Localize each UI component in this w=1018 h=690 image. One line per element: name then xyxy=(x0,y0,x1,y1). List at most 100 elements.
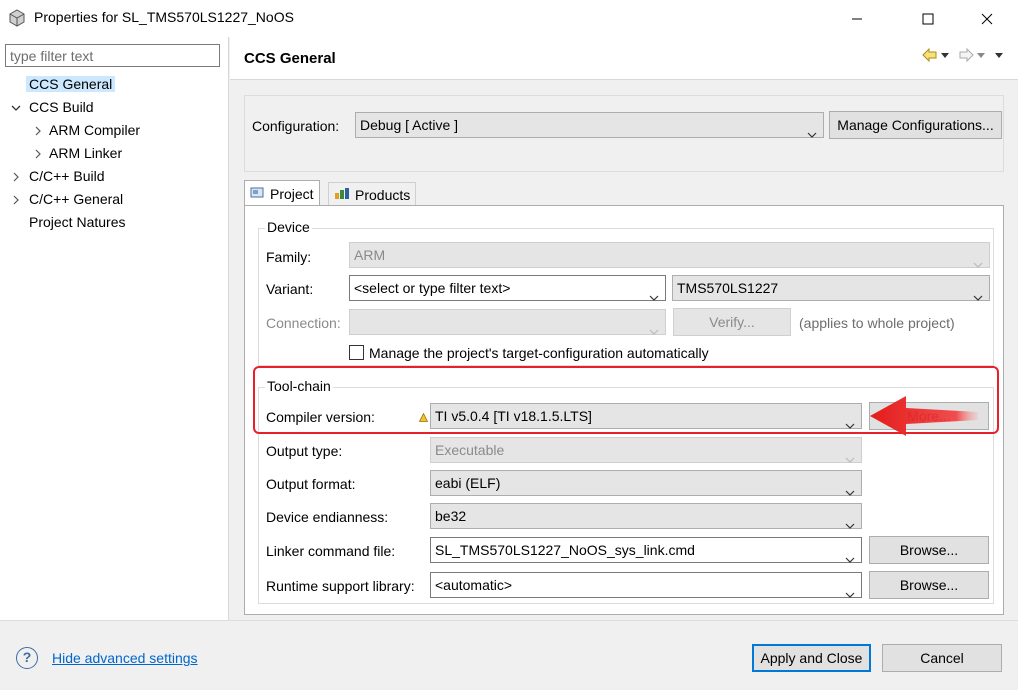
chevron-right-icon[interactable] xyxy=(10,189,22,210)
manage-target-config-checkbox[interactable] xyxy=(349,345,364,360)
variant-select[interactable]: TMS570LS1227 xyxy=(672,275,990,301)
tab-label: Products xyxy=(355,186,411,203)
output-type-label: Output type: xyxy=(266,443,343,459)
connection-label: Connection: xyxy=(266,315,341,331)
chevron-down-icon xyxy=(845,513,855,537)
applies-note: (applies to whole project) xyxy=(799,315,955,331)
tree-item-cpp-general[interactable]: C/C++ General xyxy=(29,189,123,210)
variant-filter-select[interactable]: <select or type filter text> xyxy=(349,275,666,301)
verify-button[interactable]: Verify... xyxy=(673,308,791,336)
chevron-down-icon xyxy=(845,447,855,471)
chevron-down-icon xyxy=(973,252,983,276)
history-navigation xyxy=(922,46,1004,64)
tab-label: Project xyxy=(270,185,314,202)
variant-label: Variant: xyxy=(266,281,314,297)
variant-value: TMS570LS1227 xyxy=(677,280,779,296)
endianness-select[interactable]: be32 xyxy=(430,503,862,529)
project-icon xyxy=(250,183,265,205)
endianness-value: be32 xyxy=(435,508,467,524)
chevron-right-icon[interactable] xyxy=(32,143,44,164)
chevron-down-icon xyxy=(845,582,855,606)
tree-item-cpp-build[interactable]: C/C++ Build xyxy=(29,166,104,187)
output-format-value: eabi (ELF) xyxy=(435,475,501,491)
linker-browse-button[interactable]: Browse... xyxy=(869,536,989,564)
manage-configurations-button[interactable]: Manage Configurations... xyxy=(829,111,1002,139)
runtime-library-select[interactable]: <automatic> xyxy=(430,572,862,598)
output-format-select[interactable]: eabi (ELF) xyxy=(430,470,862,496)
tree-item-label: C/C++ General xyxy=(29,191,124,207)
configuration-group: Configuration: Debug [ Active ] Manage C… xyxy=(244,95,1004,172)
manage-target-config-label: Manage the project's target-configuratio… xyxy=(369,345,709,361)
tree-item-label: C/C++ Build xyxy=(29,168,105,184)
runtime-library-value: <automatic> xyxy=(435,577,513,593)
compiler-version-select[interactable]: TI v5.0.4 [TI v18.1.5.LTS] xyxy=(430,403,862,429)
products-icon xyxy=(334,184,350,206)
chevron-down-icon[interactable] xyxy=(10,97,22,118)
annotation-arrow-icon xyxy=(870,396,978,436)
chevron-down-icon xyxy=(649,319,659,343)
tree-item-label: CCS Build xyxy=(29,99,94,115)
chevron-down-icon xyxy=(845,547,855,571)
tab-project[interactable]: Project xyxy=(244,180,320,206)
filter-input[interactable] xyxy=(5,44,220,67)
tree-item-ccs-general[interactable]: CCS General xyxy=(26,74,116,95)
linker-command-file-label: Linker command file: xyxy=(266,543,396,559)
chevron-right-icon[interactable] xyxy=(10,166,22,187)
linker-command-file-value: SL_TMS570LS1227_NoOS_sys_link.cmd xyxy=(435,542,695,558)
cancel-button[interactable]: Cancel xyxy=(882,644,1002,672)
family-select[interactable]: ARM xyxy=(349,242,990,268)
family-label: Family: xyxy=(266,249,312,265)
chevron-down-icon xyxy=(845,413,855,437)
tree-item-label: CCS General xyxy=(26,76,116,92)
back-dropdown-icon[interactable] xyxy=(940,46,950,64)
forward-arrow-icon[interactable] xyxy=(958,46,974,64)
back-arrow-icon[interactable] xyxy=(922,46,938,64)
window-title: Properties for SL_TMS570LS1227_NoOS xyxy=(34,9,294,25)
output-type-value: Executable xyxy=(435,442,505,458)
variant-filter-value: <select or type filter text> xyxy=(354,280,511,296)
warning-icon xyxy=(418,409,429,425)
page-title: CCS General xyxy=(244,50,336,67)
forward-dropdown-icon[interactable] xyxy=(976,46,986,64)
hide-advanced-settings-link[interactable]: Hide advanced settings xyxy=(52,650,198,666)
linker-command-file-select[interactable]: SL_TMS570LS1227_NoOS_sys_link.cmd xyxy=(430,537,862,563)
runtime-library-label: Runtime support library: xyxy=(266,578,415,594)
tree-item-ccs-build[interactable]: CCS Build xyxy=(29,97,94,118)
family-value: ARM xyxy=(354,247,386,263)
runtime-browse-button[interactable]: Browse... xyxy=(869,571,989,599)
chevron-right-icon[interactable] xyxy=(32,120,44,141)
tab-products[interactable]: Products xyxy=(328,182,417,206)
view-menu-icon[interactable] xyxy=(994,46,1004,64)
toolchain-group-title: Tool-chain xyxy=(265,378,333,394)
dialog-footer: ? Hide advanced settings Apply and Close… xyxy=(0,620,1018,690)
chevron-down-icon xyxy=(807,122,817,146)
configuration-select[interactable]: Debug [ Active ] xyxy=(355,112,824,138)
properties-page: CCS General Configuration: Debug [ Activ… xyxy=(230,37,1018,620)
close-button[interactable] xyxy=(964,0,1010,37)
device-group-title: Device xyxy=(265,219,312,235)
tree-item-label: Project Natures xyxy=(29,214,126,230)
tree-item-arm-linker[interactable]: ARM Linker xyxy=(49,143,122,164)
configuration-label: Configuration: xyxy=(252,118,340,134)
compiler-version-value: TI v5.0.4 [TI v18.1.5.LTS] xyxy=(435,408,592,424)
tree-item-label: ARM Linker xyxy=(49,145,123,161)
compiler-version-label: Compiler version: xyxy=(266,409,375,425)
tree-item-label: ARM Compiler xyxy=(49,122,141,138)
chevron-down-icon xyxy=(845,480,855,504)
output-type-select[interactable]: Executable xyxy=(430,437,862,463)
connection-select[interactable] xyxy=(349,309,666,335)
maximize-button[interactable] xyxy=(905,0,951,37)
page-header: CCS General xyxy=(230,37,1018,80)
apply-and-close-button[interactable]: Apply and Close xyxy=(752,644,871,672)
chevron-down-icon xyxy=(973,285,983,309)
configuration-value: Debug [ Active ] xyxy=(360,117,459,133)
tree-item-arm-compiler[interactable]: ARM Compiler xyxy=(49,120,140,141)
help-icon[interactable]: ? xyxy=(16,647,38,669)
tree-item-project-natures[interactable]: Project Natures xyxy=(29,212,125,233)
output-format-label: Output format: xyxy=(266,476,356,492)
title-bar: Properties for SL_TMS570LS1227_NoOS xyxy=(0,0,1018,37)
app-cube-icon xyxy=(8,9,26,27)
minimize-button[interactable] xyxy=(834,0,880,37)
endianness-label: Device endianness: xyxy=(266,509,389,525)
chevron-down-icon xyxy=(649,285,659,309)
